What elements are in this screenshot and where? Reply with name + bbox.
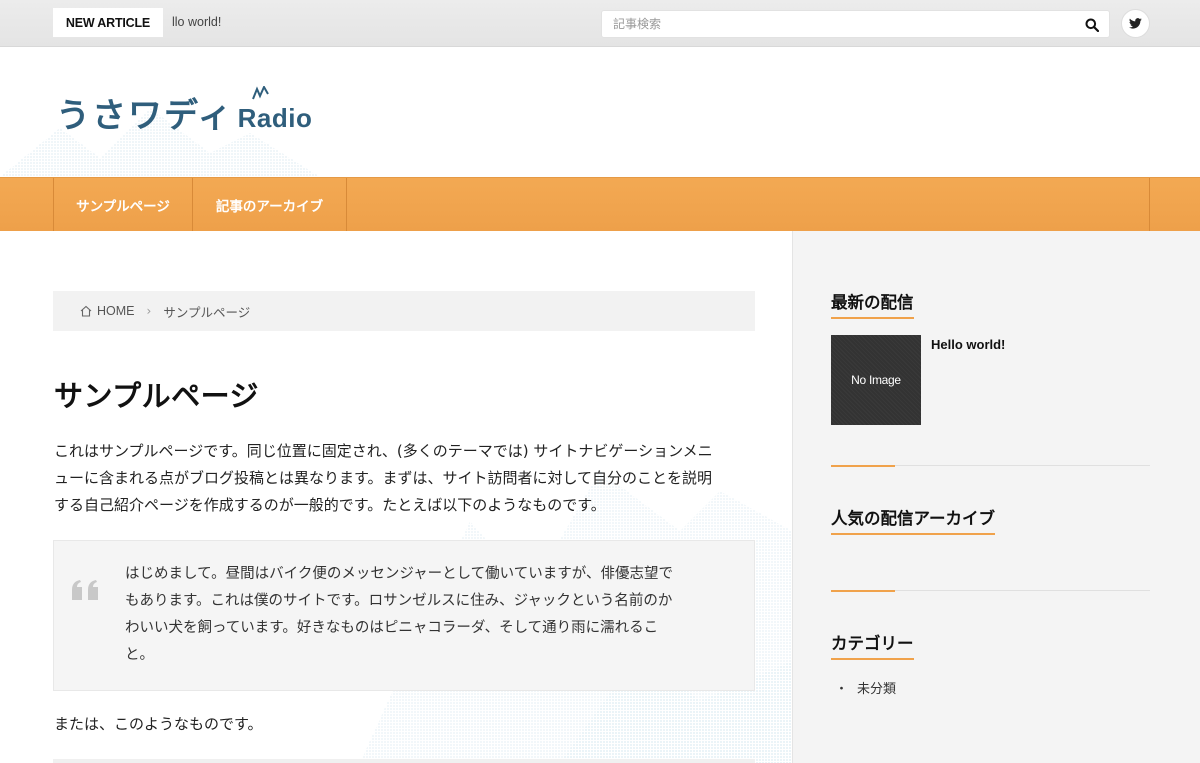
- site-header: うさワディ Radio: [0, 48, 1200, 177]
- chevron-right-icon: ›: [146, 304, 152, 318]
- list-bullet: ・: [835, 682, 849, 697]
- nav-divider: [1149, 178, 1150, 231]
- home-icon: [80, 305, 92, 317]
- main-navigation: サンプルページ 記事のアーカイブ: [0, 177, 1200, 231]
- radio-wave-icon: [252, 86, 269, 100]
- intro-line: これはサンプルページです。同じ位置に固定され、(多くのテーマでは) サイトナビゲ…: [54, 442, 713, 460]
- site-logo[interactable]: うさワディ Radio: [56, 86, 313, 138]
- logo-japanese-text: うさワディ: [56, 96, 234, 136]
- widget-title-latest: 最新の配信: [831, 289, 914, 319]
- quote-line: と。: [125, 647, 154, 663]
- widget-divider: [831, 464, 1150, 467]
- quote-line: もあります。これは僕のサイトです。ロサンゼルスに住み、ジャックという名前のか: [125, 593, 673, 609]
- intro-paragraph: これはサンプルページです。同じ位置に固定され、(多くのテーマでは) サイトナビゲ…: [54, 438, 756, 519]
- top-bar: NEW ARTICLE llo world!: [0, 0, 1200, 47]
- intro-line: する自己紹介ページを作成するのが一般的です。たとえば以下のようなものです。: [54, 496, 606, 514]
- twitter-button[interactable]: [1121, 9, 1150, 38]
- widget-divider: [831, 589, 1150, 592]
- quote-icon: [72, 559, 104, 611]
- category-item: ・未分類: [835, 678, 896, 697]
- widget-title-popular: 人気の配信アーカイブ: [831, 505, 996, 535]
- category-link-uncategorized[interactable]: 未分類: [857, 682, 896, 697]
- post-thumbnail[interactable]: No Image: [831, 335, 921, 425]
- quote-line: わいい犬を飼っています。好きなものはピニャコラーダ、そして通り雨に濡れるこ: [125, 620, 659, 636]
- latest-post-link[interactable]: Hello world!: [931, 337, 1005, 352]
- logo-english-text: Radio: [237, 103, 313, 133]
- intro-line: ューに含まれる点がブログ投稿とは異なります。まずは、サイト訪問者に対して自分のこ…: [54, 469, 713, 487]
- breadcrumb-current: サンプルページ: [163, 304, 251, 320]
- search-input[interactable]: [602, 11, 1072, 37]
- nav-item-archive[interactable]: 記事のアーカイブ: [192, 178, 346, 231]
- blockquote: はじめまして。昼間はバイク便のメッセンジャーとして働いていますが、俳優志望で も…: [53, 540, 755, 691]
- next-blockquote: [53, 759, 755, 763]
- quote-text: はじめまして。昼間はバイク便のメッセンジャーとして働いていますが、俳優志望で も…: [125, 561, 730, 669]
- outro-paragraph: または、このようなものです。: [54, 715, 263, 733]
- twitter-icon: [1129, 18, 1142, 29]
- quote-line: はじめまして。昼間はバイク便のメッセンジャーとして働いていますが、俳優志望で: [125, 566, 673, 582]
- search-icon[interactable]: [1085, 17, 1101, 33]
- ticker-link[interactable]: llo world!: [172, 15, 221, 29]
- nav-item-sample-page[interactable]: サンプルページ: [53, 178, 192, 231]
- new-article-label: NEW ARTICLE: [53, 8, 163, 37]
- page-title: サンプルページ: [54, 379, 260, 413]
- breadcrumb: HOME › サンプルページ: [53, 291, 755, 331]
- search-form: [601, 10, 1110, 38]
- nav-divider: [346, 178, 347, 231]
- widget-title-category: カテゴリー: [831, 630, 914, 660]
- breadcrumb-home-link[interactable]: HOME: [97, 304, 135, 318]
